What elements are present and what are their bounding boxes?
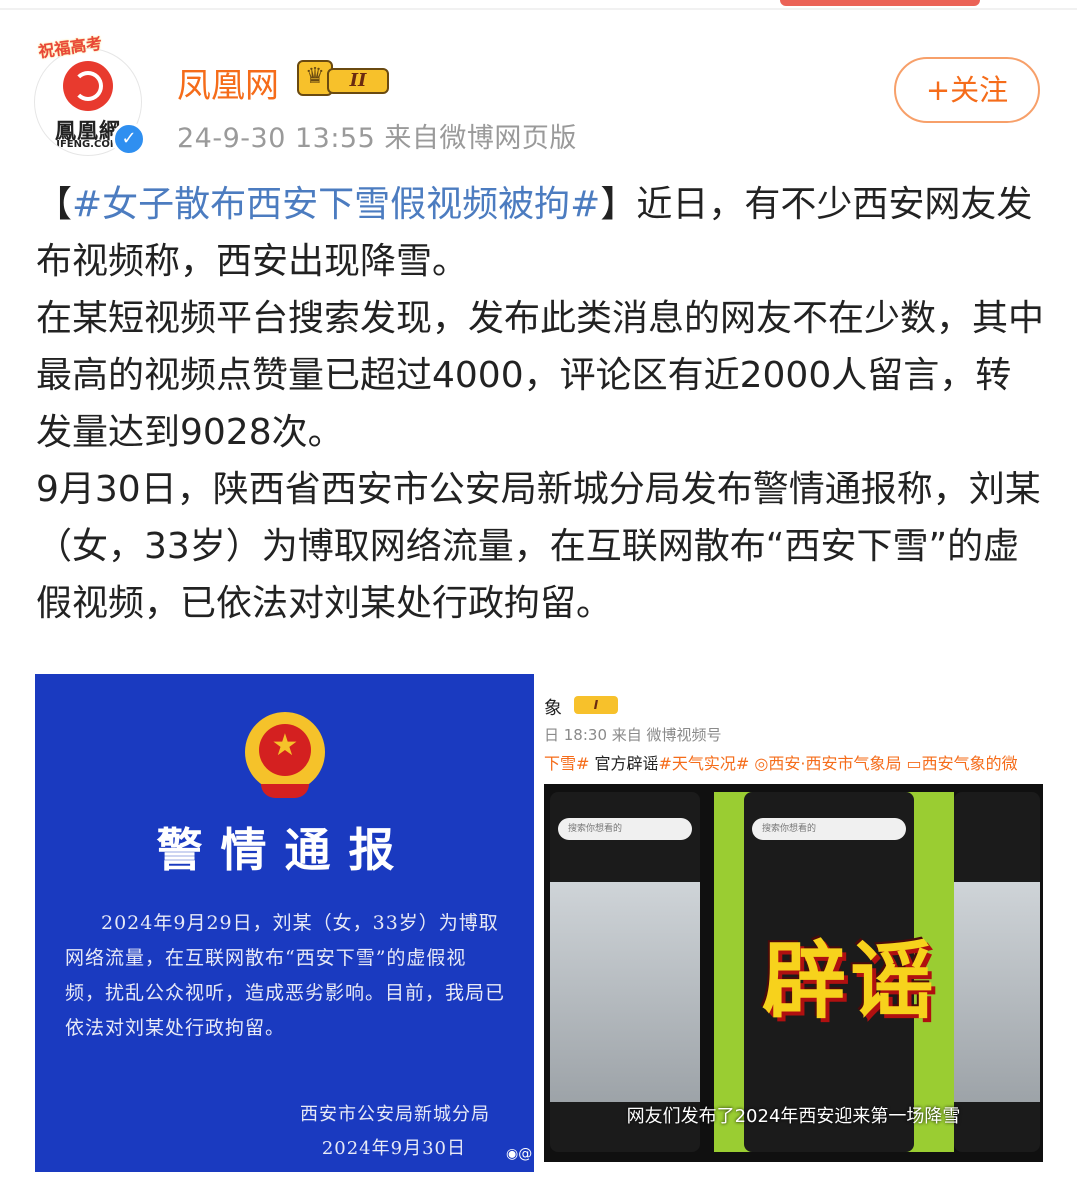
- post-body: 【#女子散布西安下雪假视频被拘#】近日，有不少西安网友发布视频称，西安出现降雪。…: [36, 176, 1046, 632]
- follow-button[interactable]: +关注: [894, 57, 1040, 123]
- video-thumbnail[interactable]: 搜索你想看的 搜索你想看的 辟谣 网友们发布了2024年西安迎来第一场降雪: [544, 784, 1043, 1162]
- embedded-tag-a: 下雪#: [544, 754, 590, 773]
- embedded-tag-b: 官方辟谣: [589, 754, 659, 773]
- rumor-debunk-label: 辟谣: [761, 932, 938, 1030]
- rumor-video-image[interactable]: 象 I 日 18:30 来自 微博视频号 下雪# 官方辟谣#天气实况# ◎西安·…: [544, 674, 1043, 1172]
- phone-screenshot-1: 搜索你想看的: [550, 792, 700, 1152]
- embedded-tags: 下雪# 官方辟谣#天气实况# ◎西安·西安市气象局 ▭西安气象的微: [544, 750, 1018, 774]
- notice-org: 西安市公安局新城分局: [300, 1104, 490, 1125]
- embedded-level-badge: I: [574, 696, 618, 714]
- notice-title: 警情通报: [156, 823, 413, 877]
- search-bar: 搜索你想看的: [558, 818, 692, 840]
- hashtag-bracket-close: 】: [600, 184, 637, 225]
- police-emblem-icon: ★: [245, 712, 325, 798]
- hashtag-bracket-open: 【: [36, 184, 73, 225]
- level-badge-label: II: [327, 68, 389, 94]
- embedded-tag-c: #天气实况# ◎西安·西安市气象局 ▭西安气象的微: [658, 754, 1018, 773]
- author-avatar[interactable]: 鳳凰網 IFENG.COM 祝福高考 ✓: [34, 34, 146, 156]
- phoenix-swirl-icon: [73, 71, 103, 101]
- top-divider: [0, 0, 1077, 10]
- weibo-watermark-icon: ◉@: [506, 1146, 533, 1162]
- author-name[interactable]: 凤凰网: [177, 58, 279, 107]
- top-accent-bar: [780, 0, 980, 6]
- top-rule: [0, 8, 1077, 10]
- video-caption: 网友们发布了2024年西安迎来第一场降雪: [626, 1106, 961, 1127]
- embedded-meta: 日 18:30 来自 微博视频号: [544, 726, 722, 744]
- hashtag-link[interactable]: #女子散布西安下雪假视频被拘#: [72, 184, 600, 225]
- post-paragraph-2: 在某短视频平台搜索发现，发布此类消息的网友不在少数，其中最高的视频点赞量已超过4…: [36, 298, 1045, 453]
- vip-level-badge[interactable]: ♛ II: [297, 60, 391, 98]
- post-paragraph-3: 9月30日，陕西省西安市公安局新城分局发布警情通报称，刘某（女，33岁）为博取网…: [36, 469, 1041, 624]
- snow-scene: [550, 882, 700, 1102]
- notice-body: 2024年9月29日，刘某（女，33岁）为博取网络流量，在互联网散布“西安下雪”…: [65, 912, 506, 1039]
- verified-check-icon: ✓: [112, 122, 146, 156]
- notice-date: 2024年9月30日: [321, 1138, 466, 1159]
- post-paragraph-1: 【#女子散布西安下雪假视频被拘#】近日，有不少西安网友发布视频称，西安出现降雪。: [36, 176, 1046, 290]
- post-meta: 24-9-30 13:55 来自微博网页版: [177, 123, 577, 154]
- police-notice-image[interactable]: ★ 警情通报 2024年9月29日，刘某（女，33岁）为博取网络流量，在互联网散…: [35, 674, 534, 1172]
- search-bar: 搜索你想看的: [752, 818, 906, 840]
- embedded-author: 象: [544, 698, 562, 719]
